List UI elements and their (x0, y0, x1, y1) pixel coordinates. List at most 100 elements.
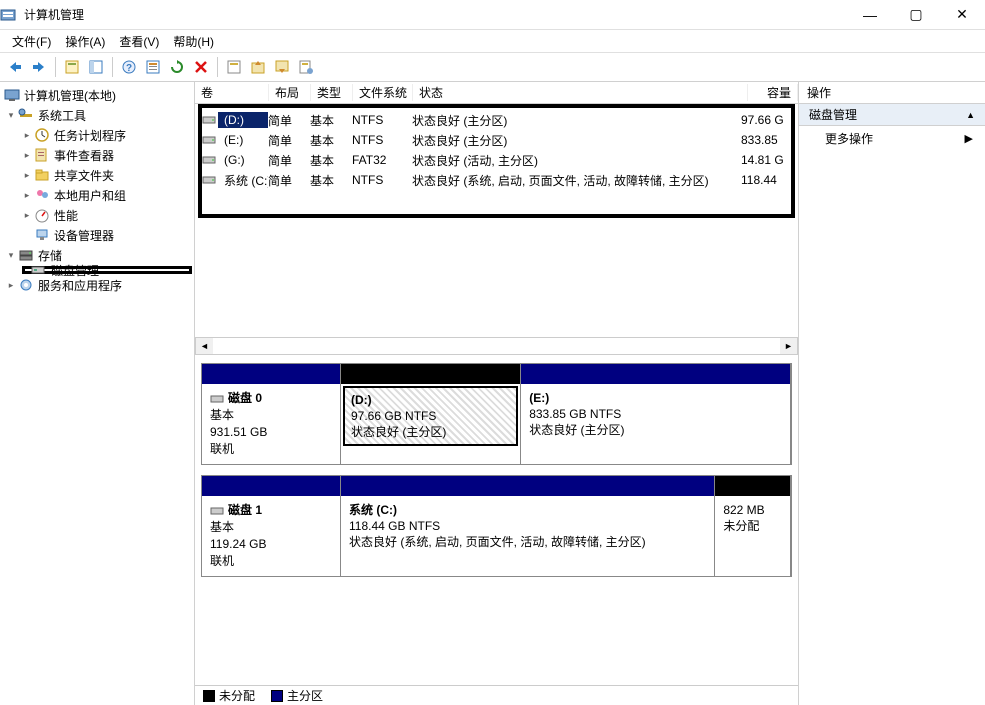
chevron-right-icon[interactable]: ▸ (22, 190, 32, 201)
volume-status: 状态良好 (活动, 主分区) (412, 152, 741, 169)
partition-size: 118.44 GB NTFS (349, 518, 706, 534)
partition-size: 822 MB (723, 502, 782, 518)
chevron-right-icon[interactable]: ▸ (22, 210, 32, 221)
disk-header[interactable]: 磁盘 1基本119.24 GB联机 (202, 476, 340, 576)
partition[interactable]: 系统 (C:)118.44 GB NTFS状态良好 (系统, 启动, 页面文件,… (340, 475, 715, 577)
volume-status: 状态良好 (主分区) (412, 132, 741, 149)
delete-icon[interactable] (190, 56, 212, 78)
close-button[interactable]: ✕ (939, 0, 985, 30)
horizontal-scrollbar[interactable]: ◄ ► (195, 337, 798, 355)
toolbar-separator (112, 57, 113, 77)
svg-text:?: ? (126, 63, 132, 74)
col-capacity[interactable]: 容量 (748, 84, 798, 101)
disk-settings-icon[interactable] (295, 56, 317, 78)
disk-top-icon[interactable] (247, 56, 269, 78)
legend: 未分配 主分区 (195, 685, 798, 705)
legend-unalloc-label: 未分配 (219, 687, 255, 704)
actions-pane: 操作 磁盘管理 ▲ 更多操作 ▶ (799, 82, 985, 705)
volume-row[interactable]: (E:)简单基本NTFS状态良好 (主分区)833.85 (202, 130, 791, 150)
volume-fs: NTFS (352, 113, 412, 127)
tree-event-viewer[interactable]: ▸ 事件查看器 (0, 145, 194, 165)
legend-swatch-primary (271, 690, 283, 702)
volume-layout: 简单 (268, 152, 310, 169)
volume-row[interactable]: 系统 (C:)简单基本NTFS状态良好 (系统, 启动, 页面文件, 活动, 故… (202, 170, 791, 190)
action-more[interactable]: 更多操作 ▶ (799, 126, 985, 150)
chevron-right-icon[interactable]: ▸ (22, 170, 32, 181)
computer-icon (4, 87, 20, 103)
tree-performance[interactable]: ▸ 性能 (0, 205, 194, 225)
col-status[interactable]: 状态 (413, 84, 748, 101)
title-bar: 计算机管理 — ▢ ✕ (0, 0, 985, 30)
storage-icon (18, 247, 34, 263)
menu-help[interactable]: 帮助(H) (167, 31, 220, 52)
volume-list[interactable]: (D:)简单基本NTFS状态良好 (主分区)97.66 G(E:)简单基本NTF… (198, 104, 795, 218)
partition-status: 未分配 (723, 518, 782, 534)
volume-type: 基本 (310, 112, 352, 129)
disk-header[interactable]: 磁盘 0基本931.51 GB联机 (202, 364, 340, 464)
tree-services-apps[interactable]: ▸ 服务和应用程序 (0, 275, 194, 295)
volume-fs: NTFS (352, 173, 412, 187)
partition-color-bar (341, 364, 520, 384)
tree-shared-folders[interactable]: ▸ 共享文件夹 (0, 165, 194, 185)
partition-color-bar (521, 364, 790, 384)
event-log-icon (34, 147, 50, 163)
scroll-right-icon[interactable]: ► (780, 338, 797, 354)
tree-disk-management[interactable]: 磁盘管理 (22, 266, 192, 274)
tree-device-manager[interactable]: 设备管理器 (0, 225, 194, 245)
menu-view[interactable]: 查看(V) (113, 31, 165, 52)
settings-icon[interactable] (223, 56, 245, 78)
collapse-up-icon: ▲ (966, 110, 975, 120)
partition-color-bar (715, 476, 790, 496)
scroll-left-icon[interactable]: ◄ (196, 338, 213, 354)
col-layout[interactable]: 布局 (269, 84, 311, 101)
actions-header: 操作 (799, 82, 985, 104)
col-volume[interactable]: 卷 (195, 84, 269, 101)
disk-type: 基本 (210, 408, 234, 422)
partition-name: 系统 (C:) (349, 502, 706, 518)
chevron-right-icon[interactable]: ▸ (22, 150, 32, 161)
disk-graphical-view[interactable]: 磁盘 0基本931.51 GB联机(D:)97.66 GB NTFS状态良好 (… (195, 357, 798, 685)
tree-local-users[interactable]: ▸ 本地用户和组 (0, 185, 194, 205)
minimize-button[interactable]: — (847, 0, 893, 30)
menu-action[interactable]: 操作(A) (59, 31, 111, 52)
back-button[interactable] (4, 56, 26, 78)
col-type[interactable]: 类型 (311, 84, 353, 101)
properties-icon[interactable] (61, 56, 83, 78)
services-icon (18, 277, 34, 293)
forward-button[interactable] (28, 56, 50, 78)
show-hide-tree-icon[interactable] (85, 56, 107, 78)
performance-icon (34, 207, 50, 223)
chevron-right-icon[interactable]: ▸ (6, 280, 16, 291)
volume-list-header[interactable]: 卷 布局 类型 文件系统 状态 容量 (195, 82, 798, 104)
help-icon[interactable]: ? (118, 56, 140, 78)
refresh-icon[interactable] (166, 56, 188, 78)
maximize-button[interactable]: ▢ (893, 0, 939, 30)
volume-type: 基本 (310, 132, 352, 149)
menu-file[interactable]: 文件(F) (6, 31, 57, 52)
volume-capacity: 118.44 (741, 173, 791, 187)
nav-tree[interactable]: 计算机管理(本地) ▾ 系统工具 ▸ 任务计划程序 ▸ 事件查看器 ▸ 共享文件… (0, 82, 195, 705)
col-filesystem[interactable]: 文件系统 (353, 84, 413, 101)
volume-row[interactable]: (D:)简单基本NTFS状态良好 (主分区)97.66 G (202, 110, 791, 130)
chevron-down-icon[interactable]: ▾ (6, 110, 16, 121)
chevron-down-icon[interactable]: ▾ (6, 250, 16, 261)
actions-section-diskmgmt[interactable]: 磁盘管理 ▲ (799, 104, 985, 126)
volume-type: 基本 (310, 172, 352, 189)
disk-box[interactable]: 磁盘 1基本119.24 GB联机系统 (C:)118.44 GB NTFS状态… (201, 475, 792, 577)
drive-icon (202, 115, 218, 125)
disk-bottom-icon[interactable] (271, 56, 293, 78)
disk-type: 基本 (210, 520, 234, 534)
disk-box[interactable]: 磁盘 0基本931.51 GB联机(D:)97.66 GB NTFS状态良好 (… (201, 363, 792, 465)
app-icon (0, 7, 22, 23)
partition[interactable]: 822 MB未分配 (714, 475, 791, 577)
disk-icon (210, 506, 224, 516)
partition[interactable]: (E:)833.85 GB NTFS状态良好 (主分区) (520, 363, 791, 465)
tree-system-tools[interactable]: ▾ 系统工具 (0, 105, 194, 125)
action-list-icon[interactable] (142, 56, 164, 78)
tree-task-scheduler[interactable]: ▸ 任务计划程序 (0, 125, 194, 145)
volume-label: (E:) (218, 133, 268, 147)
volume-row[interactable]: (G:)简单基本FAT32状态良好 (活动, 主分区)14.81 G (202, 150, 791, 170)
partition[interactable]: (D:)97.66 GB NTFS状态良好 (主分区) (340, 363, 521, 465)
tree-root[interactable]: 计算机管理(本地) (0, 85, 194, 105)
chevron-right-icon[interactable]: ▸ (22, 130, 32, 141)
